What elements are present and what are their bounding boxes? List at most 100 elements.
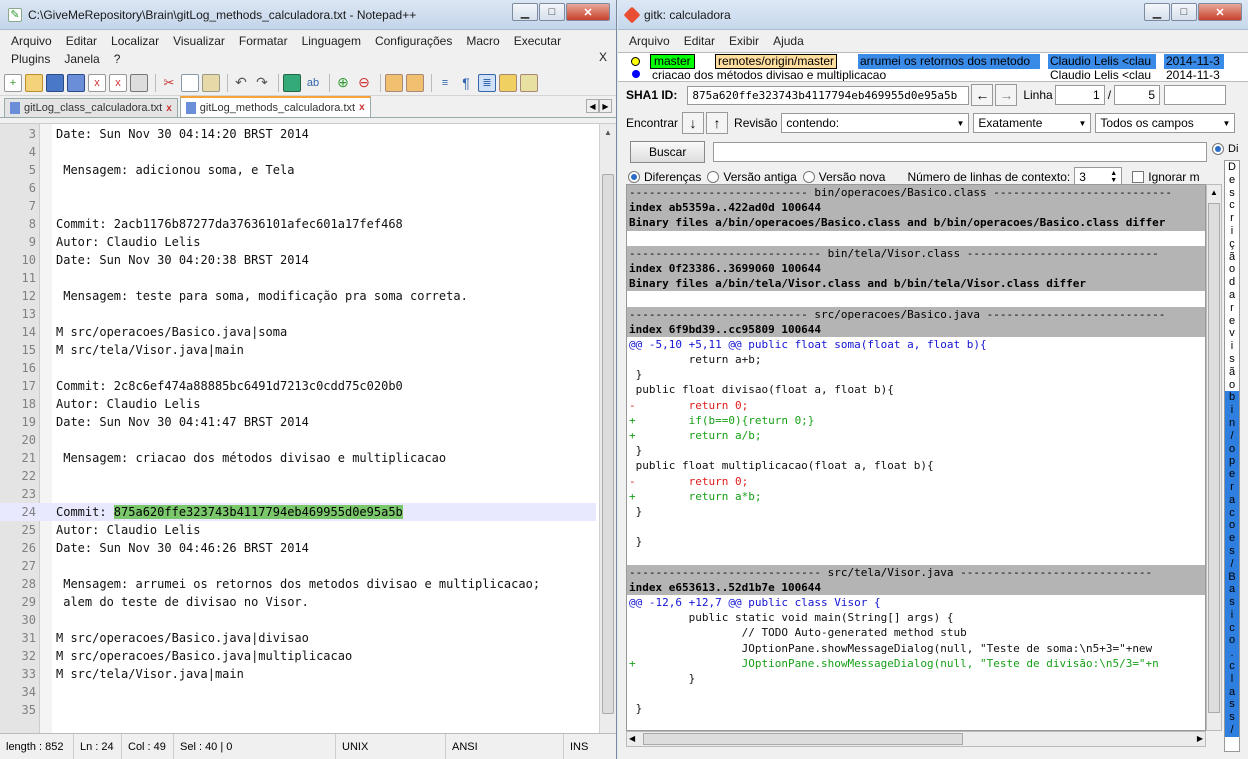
show-all-chars-icon[interactable]: ¶ — [457, 74, 475, 92]
editor-line[interactable]: 20 — [0, 431, 596, 449]
diff-vertical-scrollbar[interactable]: ▲ — [1206, 184, 1222, 731]
editor-line[interactable]: 22 — [0, 467, 596, 485]
sync-vertical-icon[interactable] — [385, 73, 403, 92]
search-input[interactable] — [713, 142, 1208, 162]
scroll-up-icon[interactable]: ▲ — [600, 124, 616, 141]
editor-line[interactable]: 31 M src/operacoes/Basico.java|divisao — [0, 629, 596, 647]
menu-formatar[interactable]: Formatar — [232, 32, 295, 50]
menu-macro[interactable]: Macro — [459, 32, 506, 50]
editor-line[interactable]: 18 Autor: Claudio Lelis — [0, 395, 596, 413]
spin-arrows-icon[interactable]: ▲ ▼ — [1110, 170, 1117, 184]
editor-line[interactable]: 30 — [0, 611, 596, 629]
editor-line[interactable]: 15 M src/tela/Visor.java|main — [0, 341, 596, 359]
scroll-right-icon[interactable]: ▶ — [1197, 732, 1203, 746]
copy-icon[interactable] — [181, 73, 199, 92]
editor-line[interactable]: 19 Date: Sun Nov 30 04:41:47 BRST 2014 — [0, 413, 596, 431]
menu-ajuda[interactable]: Ajuda — [766, 32, 811, 50]
editor-line[interactable]: 10 Date: Sun Nov 30 04:20:38 BRST 2014 — [0, 251, 596, 269]
tab-scroll-left-icon[interactable]: ◀ — [586, 99, 599, 113]
remote-branch-tag[interactable]: remotes/origin/master — [715, 54, 838, 69]
tab-scroll-right-icon[interactable]: ▶ — [599, 99, 612, 113]
editor-line[interactable]: 5 Mensagem: adicionou soma, e Tela — [0, 161, 596, 179]
save-icon[interactable] — [46, 73, 64, 92]
find-up-button[interactable]: ↑ — [706, 112, 729, 134]
tab-gitlog-class[interactable]: gitLog_class_calculadora.txt x — [4, 98, 178, 117]
commit-row[interactable]: master remotes/origin/master arrumei os … — [618, 54, 1248, 69]
editor-line[interactable]: 28 Mensagem: arrumei os retornos dos met… — [0, 575, 596, 593]
diff-view[interactable]: --------------------------- bin/operacoe… — [626, 184, 1206, 731]
radio-diferencas[interactable] — [628, 171, 640, 183]
maximize-button[interactable]: □ — [539, 3, 565, 21]
zoom-in-icon[interactable]: ⊕ — [334, 74, 352, 92]
tab-close-icon[interactable]: x — [359, 102, 365, 113]
commit-date[interactable]: 2014-11-3 — [1164, 54, 1224, 69]
cut-icon[interactable]: ✂ — [160, 74, 178, 92]
filelist-mode-radio[interactable]: Di — [1212, 143, 1238, 155]
menu-localizar[interactable]: Localizar — [104, 32, 166, 50]
editor-line[interactable]: 17 Commit: 2c8c6ef474a88885bc6491d7213c0c… — [0, 377, 596, 395]
forward-arrow-button[interactable]: → — [995, 84, 1018, 106]
editor-line[interactable]: 4 — [0, 143, 596, 161]
editor-line[interactable]: 3 Date: Sun Nov 30 04:14:20 BRST 2014 — [0, 125, 596, 143]
close-file-icon[interactable]: x — [88, 73, 106, 92]
find-type-select[interactable]: contendo: ▼ — [781, 113, 970, 133]
editor-line[interactable]: 6 — [0, 179, 596, 197]
editor-line[interactable]: 7 — [0, 197, 596, 215]
commit-message[interactable]: arrumei os retornos dos metodo — [858, 54, 1040, 69]
radio-versao-nova[interactable] — [802, 171, 815, 183]
editor-line[interactable]: 27 — [0, 557, 596, 575]
find-icon[interactable] — [283, 73, 301, 92]
print-icon[interactable] — [130, 73, 148, 92]
editor-line[interactable]: 12 Mensagem: teste para soma, modificaçã… — [0, 287, 596, 305]
menu-visualizar[interactable]: Visualizar — [166, 32, 232, 50]
commit-author[interactable]: Claudio Lelis <clau — [1048, 54, 1156, 69]
scroll-thumb[interactable] — [1208, 203, 1220, 713]
menu-help[interactable]: ? — [107, 50, 128, 68]
scroll-thumb[interactable] — [643, 733, 963, 745]
find-down-button[interactable]: ↓ — [682, 112, 705, 134]
match-select[interactable]: Exatamente ▼ — [973, 113, 1092, 133]
scroll-up-icon[interactable]: ▲ — [1207, 185, 1221, 201]
menu-janela[interactable]: Janela — [57, 50, 106, 68]
minimize-button[interactable]: ▁ — [512, 3, 538, 21]
redo-icon[interactable]: ↷ — [253, 74, 271, 92]
new-file-icon[interactable]: + — [4, 73, 22, 92]
open-file-icon[interactable] — [25, 73, 43, 92]
editor-vertical-scrollbar[interactable]: ▲ — [599, 124, 616, 733]
buscar-button[interactable]: Buscar — [630, 141, 706, 163]
menu-exibir[interactable]: Exibir — [722, 32, 766, 50]
menu-executar[interactable]: Executar — [507, 32, 568, 50]
editor-line[interactable]: 8 Commit: 2acb1176b87277da37636101afec601… — [0, 215, 596, 233]
commit-message[interactable]: criacao dos métodos divisao e multiplica… — [652, 68, 886, 81]
undo-icon[interactable]: ↶ — [232, 74, 250, 92]
editor-line[interactable]: 9 Autor: Claudio Lelis — [0, 233, 596, 251]
user-lang-icon[interactable] — [499, 73, 517, 92]
editor-line[interactable]: 16 — [0, 359, 596, 377]
word-wrap-icon[interactable]: ≡ — [436, 74, 454, 92]
tab-gitlog-methods[interactable]: gitLog_methods_calculadora.txt x — [179, 96, 371, 117]
editor-line[interactable]: 24 Commit: 875a620ffe323743b4117794eb4699… — [0, 503, 596, 521]
editor-line[interactable]: 23 — [0, 485, 596, 503]
replace-icon[interactable]: ab — [304, 74, 322, 92]
menu-arquivo[interactable]: Arquivo — [622, 32, 677, 50]
menu-editar[interactable]: Editar — [59, 32, 104, 50]
sync-horizontal-icon[interactable] — [406, 73, 424, 92]
tab-close-icon[interactable]: x — [166, 103, 172, 114]
ignore-whitespace-checkbox[interactable] — [1132, 171, 1145, 183]
editor-line[interactable]: 11 — [0, 269, 596, 287]
save-all-icon[interactable] — [67, 73, 85, 92]
close-button[interactable]: ✕ — [1198, 3, 1242, 21]
menu-close-doc[interactable]: X — [592, 48, 614, 66]
commit-date[interactable]: 2014-11-3 — [1166, 68, 1226, 81]
editor-line[interactable]: 14 M src/operacoes/Basico.java|soma — [0, 323, 596, 341]
linha-current-field[interactable]: 1 — [1054, 85, 1105, 105]
commit-author[interactable]: Claudio Lelis <clau — [1050, 68, 1156, 81]
fields-select[interactable]: Todos os campos ▼ — [1095, 113, 1236, 133]
editor-line[interactable]: 34 — [0, 683, 596, 701]
editor-line[interactable]: 35 — [0, 701, 596, 719]
menu-arquivo[interactable]: Arquivo — [4, 32, 59, 50]
close-all-icon[interactable]: x — [109, 73, 127, 92]
zoom-out-icon[interactable]: ⊖ — [355, 74, 373, 92]
diff-horizontal-scrollbar[interactable]: ◀ ▶ — [626, 731, 1206, 747]
editor-line[interactable]: 26 Date: Sun Nov 30 04:46:26 BRST 2014 — [0, 539, 596, 557]
